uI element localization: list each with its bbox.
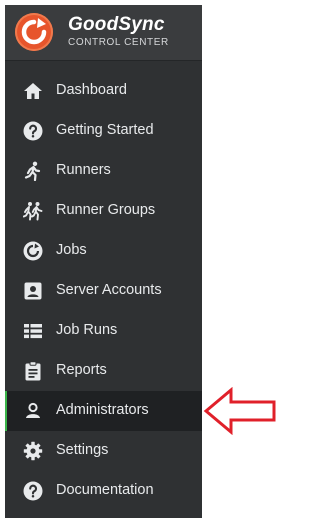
sidebar-item-label: Runners bbox=[56, 162, 111, 178]
sidebar-item-job-runs[interactable]: Job Runs bbox=[5, 311, 202, 351]
person-icon bbox=[23, 401, 43, 421]
sidebar-item-documentation[interactable]: Documentation bbox=[5, 471, 202, 511]
sidebar-item-label: Documentation bbox=[56, 482, 154, 498]
sidebar: GoodSync CONTROL CENTER Dashboard Gettin… bbox=[5, 5, 202, 518]
sidebar-item-reports[interactable]: Reports bbox=[5, 351, 202, 391]
sidebar-nav: Dashboard Getting Started Runners Runner… bbox=[5, 71, 202, 511]
sidebar-item-label: Jobs bbox=[56, 242, 87, 258]
sidebar-item-label: Runner Groups bbox=[56, 202, 156, 218]
brand-name: GoodSync bbox=[68, 14, 165, 35]
home-icon bbox=[23, 81, 43, 101]
sidebar-item-jobs[interactable]: Jobs bbox=[5, 231, 202, 271]
sidebar-item-label: Settings bbox=[56, 442, 109, 458]
sidebar-item-settings[interactable]: Settings bbox=[5, 431, 202, 471]
help-icon bbox=[23, 121, 43, 141]
sidebar-item-administrators[interactable]: Administrators bbox=[5, 391, 202, 431]
account-box-icon bbox=[23, 281, 43, 301]
help-icon bbox=[23, 481, 43, 501]
goodsync-logo-icon bbox=[15, 13, 53, 51]
sync-icon bbox=[23, 241, 43, 261]
sidebar-item-runners[interactable]: Runners bbox=[5, 151, 202, 191]
sidebar-item-server-accounts[interactable]: Server Accounts bbox=[5, 271, 202, 311]
sidebar-item-label: Job Runs bbox=[56, 322, 118, 338]
runner-icon bbox=[23, 161, 43, 182]
annotation-arrow-icon bbox=[203, 387, 276, 435]
brand-header[interactable]: GoodSync CONTROL CENTER bbox=[5, 5, 202, 61]
runner-group-icon bbox=[22, 201, 43, 221]
sidebar-item-dashboard[interactable]: Dashboard bbox=[5, 71, 202, 111]
clipboard-icon bbox=[23, 361, 43, 381]
brand-subtitle: CONTROL CENTER bbox=[68, 37, 169, 48]
sidebar-item-label: Server Accounts bbox=[56, 282, 162, 298]
sidebar-item-label: Reports bbox=[56, 362, 107, 378]
list-icon bbox=[23, 321, 43, 341]
sidebar-item-runner-groups[interactable]: Runner Groups bbox=[5, 191, 202, 231]
sidebar-item-getting-started[interactable]: Getting Started bbox=[5, 111, 202, 151]
sidebar-item-label: Getting Started bbox=[56, 122, 154, 138]
sidebar-item-label: Administrators bbox=[56, 402, 149, 418]
sidebar-item-label: Dashboard bbox=[56, 82, 127, 98]
gear-icon bbox=[23, 441, 43, 461]
